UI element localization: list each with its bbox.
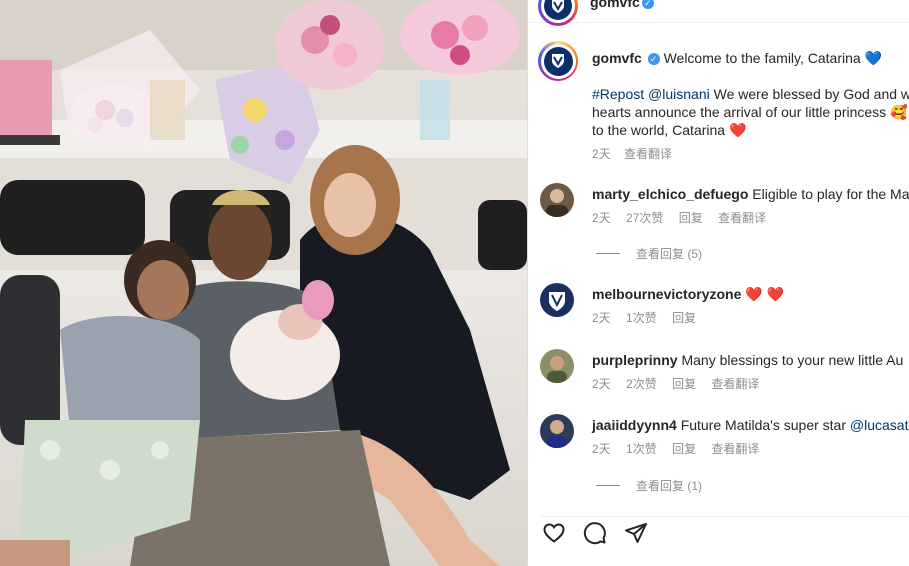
header-username[interactable]: gomvfc ✓ [590,0,654,10]
comment-translate-link[interactable]: 查看翻译 [711,377,759,391]
view-replies-button[interactable]: 查看回复 (1) [596,477,702,494]
comment-time: 2天 [592,211,611,225]
comment-avatar[interactable] [540,283,574,317]
comment-text: Future Matilda's super star [680,417,850,433]
comment-icon[interactable] [583,521,607,545]
view-replies-button[interactable]: 查看回复 (5) [596,245,702,262]
caption-title: Welcome to the family, Catarina [663,50,861,66]
comment-meta: 2天 1次赞 回复 查看翻译 [592,440,909,458]
comment-reply-button[interactable]: 回复 [672,442,696,456]
post-header: gomvfc ✓ [528,0,909,26]
share-icon[interactable] [624,521,648,545]
smile-emoji: 🥰 [890,104,908,120]
family-photo-illustration [0,0,527,566]
comment-time: 2天 [592,311,611,325]
view-replies-text[interactable]: 查看回复 (1) [636,477,702,494]
post-photo[interactable] [0,0,527,566]
comment-avatar[interactable] [540,349,574,383]
caption-avatar[interactable] [538,41,578,81]
comment-likes[interactable]: 27次赞 [626,211,663,225]
comment-likes[interactable]: 2次赞 [626,377,657,391]
comment-meta: 2天 27次赞 回复 查看翻译 [592,209,909,227]
comment-reply-button[interactable]: 回复 [679,211,703,225]
comment-likes[interactable]: 1次赞 [626,311,657,325]
header-username-text[interactable]: gomvfc [590,0,640,10]
post-actions-bar [540,516,909,547]
caption-username[interactable]: gomvfc [592,50,642,66]
mention-link[interactable]: @luisnani [648,86,710,102]
comment-meta: 2天 2次赞 回复 查看翻译 [592,375,909,393]
club-crest-icon [544,0,572,20]
comment-mention-link[interactable]: @lucasat [850,417,909,433]
comment-meta: 2天 1次赞 回复 [592,309,909,327]
comment-username[interactable]: purpleprinny [592,352,678,368]
caption-translate-link[interactable]: 查看翻译 [624,147,672,161]
caption-line-3: to the world, Catarina [592,122,726,138]
verified-badge-icon: ✓ [647,53,660,66]
comment-likes[interactable]: 1次赞 [626,442,657,456]
comment-translate-link[interactable]: 查看翻译 [718,211,766,225]
comments-panel: gomvfc ✓ gomvfc ✓ Welcome to the family, … [528,0,909,566]
blue-heart-emoji: 💙 [864,50,883,66]
repost-hashtag[interactable]: #Repost [592,86,648,102]
comment-text: Many blessings to your new little Au [681,352,904,368]
heart-icon[interactable] [542,521,566,545]
caption-meta: 2天 查看翻译 [592,145,909,163]
view-replies-text[interactable]: 查看回复 (5) [636,245,702,262]
replies-divider [596,485,620,486]
comment-reply-button[interactable]: 回复 [672,377,696,391]
comment-username[interactable]: jaaiiddyynn4 [592,417,677,433]
comment-time: 2天 [592,442,611,456]
red-hearts-emoji: ❤️ ❤️ [745,286,785,302]
comment-username[interactable]: melbournevictoryzone [592,286,741,302]
caption-line-1: We were blessed by God and wi [709,86,909,102]
red-heart-emoji: ❤️ [728,122,747,138]
caption-line-2: hearts announce the arrival of our littl… [592,104,887,120]
club-crest-icon [543,46,573,76]
comment-avatar[interactable] [540,414,574,448]
caption-time: 2天 [592,147,611,161]
comment-text: Eligible to play for the Ma [752,186,909,202]
comment-username[interactable]: marty_elchico_defuego [592,186,748,202]
header-avatar[interactable] [538,0,578,26]
replies-divider [596,253,620,254]
comment-reply-button[interactable]: 回复 [672,311,696,325]
comment-translate-link[interactable]: 查看翻译 [711,442,759,456]
comment-time: 2天 [592,377,611,391]
verified-badge-icon: ✓ [641,0,654,10]
comment-avatar[interactable] [540,183,574,217]
